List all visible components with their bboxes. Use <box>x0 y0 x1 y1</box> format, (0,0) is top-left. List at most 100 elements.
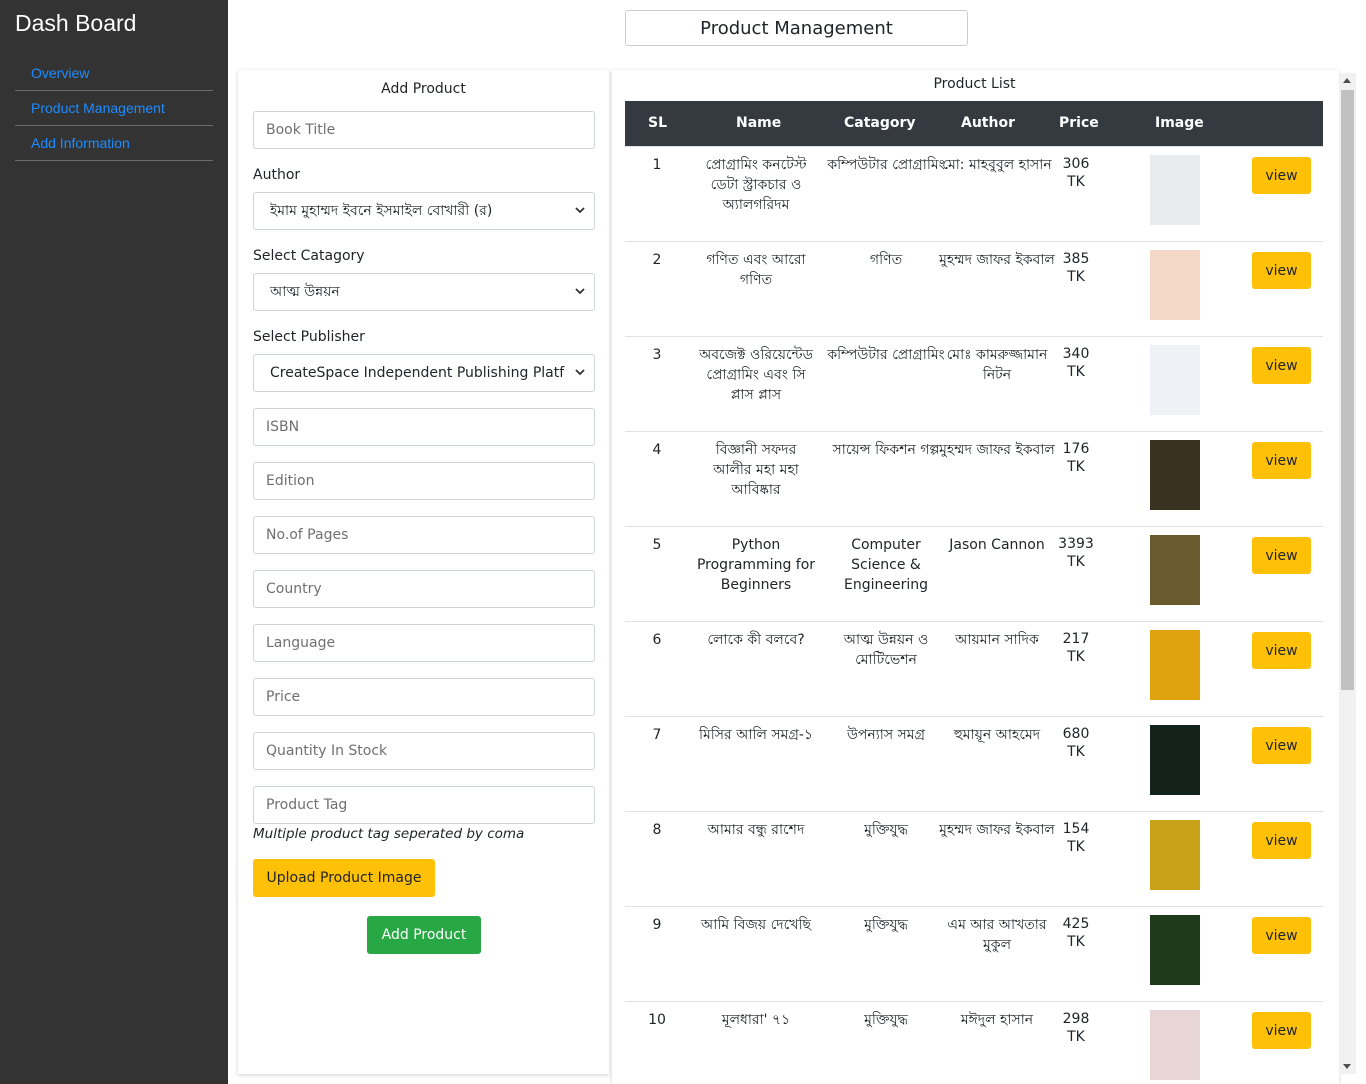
row-sl: 1 <box>652 157 662 173</box>
page-title: Product Management <box>625 10 968 46</box>
book-cover-image <box>1150 1010 1200 1080</box>
price-currency: TK <box>1067 934 1085 950</box>
price-currency: TK <box>1067 744 1085 760</box>
author-select[interactable]: ইমাম মুহাম্মদ ইবনে ইসমাইল বোখারী (র) <box>253 192 595 230</box>
price-value: 298 <box>1062 1011 1090 1027</box>
row-category: সায়েন্স ফিকশন গল্প <box>832 442 940 458</box>
isbn-input[interactable] <box>253 408 595 446</box>
price-input[interactable] <box>253 678 595 716</box>
book-title-input[interactable] <box>253 111 595 149</box>
row-author: হুমায়ূন আহমেদ <box>953 727 1041 743</box>
header-sl: SL <box>648 115 668 131</box>
row-price: 680 TK <box>1049 725 1103 761</box>
view-button[interactable]: view <box>1252 632 1311 669</box>
row-name: প্রোগ্রামিং কনটেস্ট ডেটা স্ট্রাকচার ও অ্… <box>705 157 807 213</box>
row-category: আত্ম উন্নয়ন ও মোটিভেশন <box>843 632 929 668</box>
row-name: আমি বিজয় দেখেছি <box>701 917 811 933</box>
add-product-button[interactable]: Add Product <box>367 916 481 954</box>
sidebar: Dash Board Overview Product Management A… <box>0 0 228 1084</box>
view-button[interactable]: view <box>1252 442 1311 479</box>
publisher-select[interactable]: CreateSpace Independent Publishing Platf <box>253 354 595 392</box>
price-value: 306 <box>1062 156 1090 172</box>
book-cover-image <box>1150 630 1200 700</box>
price-value: 425 <box>1062 916 1090 932</box>
pages-input[interactable] <box>253 516 595 554</box>
row-category: কম্পিউটার প্রোগ্রামিং <box>827 157 945 173</box>
table-row: 1 প্রোগ্রামিং কনটেস্ট ডেটা স্ট্রাকচার ও অ… <box>625 146 1323 241</box>
sidebar-item-label[interactable]: Overview <box>31 65 89 81</box>
row-price: 340 TK <box>1049 345 1103 381</box>
scroll-down-icon[interactable] <box>1343 1064 1351 1069</box>
row-sl: 3 <box>652 347 662 363</box>
header-category: Catagory <box>844 115 916 131</box>
upload-image-button[interactable]: Upload Product Image <box>253 859 435 897</box>
book-cover-image <box>1150 155 1200 225</box>
view-button[interactable]: view <box>1252 917 1311 954</box>
row-name: মূলধারা' ৭১ <box>721 1012 791 1028</box>
sidebar-item-label[interactable]: Product Management <box>31 100 165 116</box>
row-category: মুক্তিযুদ্ধ <box>864 822 908 838</box>
stock-input[interactable] <box>253 732 595 770</box>
chevron-down-icon <box>575 369 585 376</box>
scrollbar[interactable] <box>1339 73 1356 1074</box>
view-button[interactable]: view <box>1252 252 1311 289</box>
row-name: লোকে কী বলবে? <box>707 632 805 648</box>
sidebar-item-add-information[interactable]: Add Information <box>15 126 213 161</box>
book-cover-image <box>1150 820 1200 890</box>
category-select[interactable]: আত্ম উন্নয়ন <box>253 273 595 311</box>
row-price: 298 TK <box>1049 1010 1103 1046</box>
table-header: SL Name Catagory Author Price Image <box>625 101 1323 146</box>
row-category: মুক্তিযুদ্ধ <box>864 1012 908 1028</box>
sidebar-item-overview[interactable]: Overview <box>15 56 213 91</box>
edition-input[interactable] <box>253 462 595 500</box>
publisher-select-value: CreateSpace Independent Publishing Platf <box>270 365 565 381</box>
row-name: গণিত এবং আরো গণিত <box>706 252 806 288</box>
book-cover-image <box>1150 440 1200 510</box>
tag-hint: Multiple product tag seperated by coma <box>253 826 525 842</box>
list-title: Product List <box>933 76 1016 92</box>
form-title: Add Product <box>381 81 466 97</box>
author-select-value: ইমাম মুহাম্মদ ইবনে ইসমাইল বোখারী (র) <box>270 203 493 219</box>
country-input[interactable] <box>253 570 595 608</box>
row-name: মিসির আলি সমগ্র-১ <box>698 727 814 743</box>
book-cover-image <box>1150 250 1200 320</box>
chevron-down-icon <box>575 207 585 214</box>
price-value: 680 <box>1062 726 1090 742</box>
row-author: মোঃ কামরুজ্জামান নিটন <box>946 347 1048 383</box>
view-button[interactable]: view <box>1252 347 1311 384</box>
scrollbar-thumb[interactable] <box>1341 90 1354 690</box>
row-price: 425 TK <box>1049 915 1103 951</box>
row-author: মুহম্মদ জাফর ইকবাল <box>939 822 1055 838</box>
row-author: মো: মাহবুবুল হাসান <box>942 157 1052 173</box>
header-price: Price <box>1059 115 1099 131</box>
view-button[interactable]: view <box>1252 727 1311 764</box>
view-button[interactable]: view <box>1252 537 1311 574</box>
sidebar-item-label[interactable]: Add Information <box>31 135 130 151</box>
table-row: 2 গণিত এবং আরো গণিত গণিত মুহম্মদ জাফর ইকবাল… <box>625 241 1323 336</box>
sidebar-item-product-management[interactable]: Product Management <box>15 91 213 126</box>
row-author: মঈদুল হাসান <box>960 1012 1034 1028</box>
book-cover-image <box>1150 345 1200 415</box>
add-product-panel: Add Product Author ইমাম মুহাম্মদ ইবনে ইস… <box>238 70 609 1074</box>
row-sl: 2 <box>652 252 662 268</box>
language-input[interactable] <box>253 624 595 662</box>
table-row: 3 অবজেক্ট ওরিয়েন্টেড প্রোগ্রামিং এবং সি … <box>625 336 1323 431</box>
row-name: আমার বন্ধু রাশেদ <box>707 822 805 838</box>
product-tag-input[interactable] <box>253 786 595 824</box>
price-value: 217 <box>1062 631 1090 647</box>
view-button[interactable]: view <box>1252 1012 1311 1049</box>
row-category: গণিত <box>869 252 903 268</box>
scroll-up-icon[interactable] <box>1343 78 1351 83</box>
view-button[interactable]: view <box>1252 822 1311 859</box>
price-currency: TK <box>1067 269 1085 285</box>
view-button[interactable]: view <box>1252 157 1311 194</box>
row-category: কম্পিউটার প্রোগ্রামিং <box>827 347 945 363</box>
price-value: 154 <box>1062 821 1090 837</box>
row-sl: 7 <box>652 727 662 743</box>
row-sl: 10 <box>648 1012 666 1028</box>
book-cover-image <box>1150 535 1200 605</box>
row-name: Python Programming for Beginners <box>696 537 816 593</box>
row-price: 154 TK <box>1049 820 1103 856</box>
row-sl: 4 <box>652 442 662 458</box>
row-price: 176 TK <box>1049 440 1103 476</box>
